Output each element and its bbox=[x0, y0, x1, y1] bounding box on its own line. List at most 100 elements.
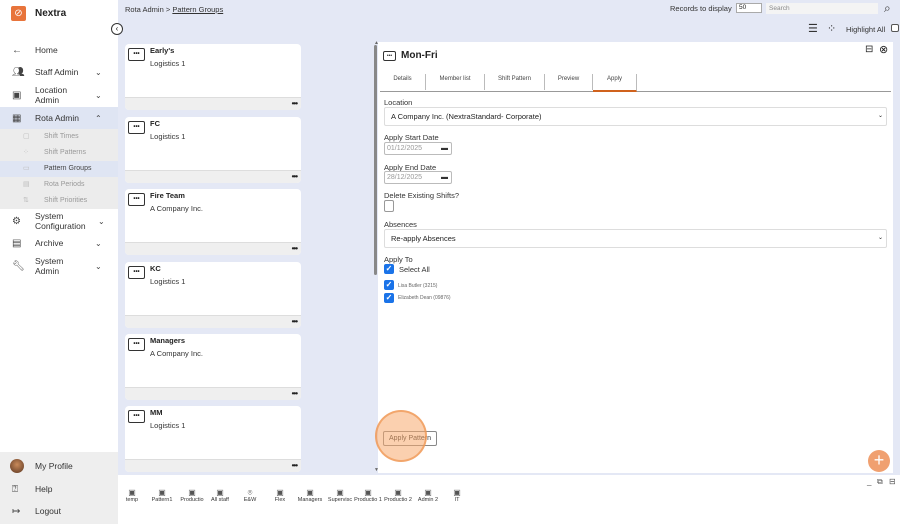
folder-icon: ▭ bbox=[23, 165, 30, 172]
sidebar-item-rota-admin[interactable]: ▦ Rota Admin ⌃ bbox=[0, 107, 118, 129]
highlight-all-checkbox[interactable] bbox=[891, 24, 899, 32]
more-options-icon[interactable]: ••• bbox=[292, 317, 298, 326]
group-item[interactable]: ▣ All staff bbox=[205, 489, 235, 504]
help-link[interactable]: ⍰ Help bbox=[0, 483, 118, 495]
records-input[interactable]: 50 bbox=[736, 3, 762, 13]
list-view-icon[interactable]: ☰ bbox=[808, 22, 818, 35]
select-all-checkbox[interactable]: ✓ bbox=[384, 264, 394, 274]
breadcrumb-parent[interactable]: Rota Admin bbox=[125, 5, 164, 14]
search-input[interactable]: Search bbox=[766, 3, 878, 14]
group-item[interactable]: ▣ Supervisc bbox=[325, 489, 355, 504]
group-item[interactable]: ▣ temp bbox=[117, 489, 147, 504]
apply-pattern-button[interactable]: Apply Pattern bbox=[383, 431, 437, 446]
tab-shift-pattern[interactable]: Shift Pattern bbox=[485, 74, 545, 90]
maximize-icon[interactable]: ⊟ bbox=[889, 477, 896, 486]
grid-icon: ⁘ bbox=[23, 149, 29, 156]
select-all-label: Select All bbox=[399, 265, 430, 274]
nextra-logo: ⊘ bbox=[11, 6, 26, 21]
gear-icon: ⚙ bbox=[12, 215, 21, 227]
id-badge-icon: ▣ bbox=[12, 89, 22, 101]
pattern-group-card[interactable]: ••• MM Logistics 1 ••• bbox=[125, 406, 301, 472]
group-item[interactable]: ▣ Productio 1 bbox=[353, 489, 383, 504]
absences-select[interactable]: Re-apply Absences ⌄ bbox=[384, 229, 887, 248]
group-label: Supervisc bbox=[327, 497, 353, 503]
search-icon[interactable]: ⌕ bbox=[884, 1, 891, 16]
pattern-group-card[interactable]: ••• FC Logistics 1 ••• bbox=[125, 117, 301, 183]
clock-icon: ▢ bbox=[23, 133, 30, 140]
grid-view-icon[interactable]: ⁘ bbox=[827, 22, 836, 35]
sidebar-item-staff-admin[interactable]: 👥︎ Staff Admin ⌄ bbox=[0, 66, 118, 78]
sidebar-item-system-admin[interactable]: 🔧︎ System Admin ⌄ bbox=[0, 255, 118, 277]
breadcrumb-separator: > bbox=[165, 5, 171, 14]
my-profile-link[interactable]: My Profile bbox=[0, 460, 118, 472]
sidebar-item-location-admin[interactable]: ▣ Location Admin ⌄ bbox=[0, 84, 118, 106]
end-date-value: 28/12/2025 bbox=[387, 174, 423, 181]
more-options-icon[interactable]: ••• bbox=[292, 99, 298, 108]
group-label: All staff bbox=[211, 497, 229, 503]
more-options-icon[interactable]: ••• bbox=[292, 244, 298, 253]
id-badge-icon: ▣ bbox=[188, 488, 196, 497]
member-checkbox[interactable]: ✓ bbox=[384, 280, 394, 290]
group-item[interactable]: ▣ Pattern1 bbox=[147, 489, 177, 504]
sidebar-item-system-configuration[interactable]: ⚙ System Configuration ⌄ bbox=[0, 210, 118, 232]
minimize-icon[interactable]: _ bbox=[867, 477, 871, 486]
group-item[interactable]: ⌾ E&W bbox=[235, 489, 265, 504]
folder-icon: ••• bbox=[128, 48, 145, 61]
pattern-group-card[interactable]: ••• Managers A Company Inc. ••• bbox=[125, 334, 301, 400]
id-badge-icon: ▣ bbox=[128, 488, 136, 497]
card-subtitle: Logistics 1 bbox=[150, 59, 186, 68]
calendar-icon[interactable]: ▬ bbox=[441, 172, 448, 183]
group-item[interactable]: ▣ Flex bbox=[265, 489, 295, 504]
group-item[interactable]: ▣ IT bbox=[442, 489, 472, 504]
group-item[interactable]: ▣ Productio 2 bbox=[383, 489, 413, 504]
pattern-group-card[interactable]: ••• Early's Logistics 1 ••• bbox=[125, 44, 301, 110]
breadcrumb-current[interactable]: Pattern Groups bbox=[172, 5, 223, 14]
pattern-group-card[interactable]: ••• Fire Team A Company Inc. ••• bbox=[125, 189, 301, 255]
card-footer: ••• bbox=[125, 459, 301, 472]
more-options-icon[interactable]: ••• bbox=[292, 389, 298, 398]
id-badge-icon: ▣ bbox=[216, 488, 224, 497]
calendar-icon[interactable]: ▬ bbox=[441, 143, 448, 154]
sidebar-item-archive[interactable]: ▤ Archive ⌄ bbox=[0, 237, 118, 249]
sidebar-subitem-shift-priorities[interactable]: ⇅ Shift Priorities bbox=[0, 193, 118, 209]
tab-details[interactable]: Details bbox=[380, 74, 426, 90]
start-date-input[interactable]: 01/12/2025 ▬ bbox=[384, 142, 452, 155]
group-label: Productio 1 bbox=[354, 497, 382, 503]
archive-icon: ▤ bbox=[12, 237, 22, 249]
logout-link[interactable]: ↦ Logout bbox=[0, 505, 118, 517]
sidebar-item-home[interactable]: ← Home bbox=[0, 44, 118, 56]
card-footer: ••• bbox=[125, 242, 301, 255]
group-item[interactable]: ▣ Managers bbox=[295, 489, 325, 504]
tab-member-list[interactable]: Member list bbox=[426, 74, 485, 90]
group-label: Flex bbox=[274, 497, 286, 503]
sidebar-subitem-shift-patterns[interactable]: ⁘ Shift Patterns bbox=[0, 145, 118, 161]
maximize-icon[interactable]: ⊟ bbox=[865, 44, 873, 55]
more-options-icon[interactable]: ••• bbox=[292, 172, 298, 181]
panel-tabs: Details Member list Shift Pattern Previe… bbox=[380, 74, 891, 92]
card-title: Early's bbox=[150, 46, 175, 55]
sidebar-subitem-pattern-groups[interactable]: ▭ Pattern Groups bbox=[0, 161, 118, 177]
sidebar-subitem-rota-periods[interactable]: ▤ Rota Periods bbox=[0, 177, 118, 193]
restore-icon[interactable]: ⧉ bbox=[877, 477, 883, 487]
more-options-icon[interactable]: ••• bbox=[292, 461, 298, 470]
add-button[interactable]: + bbox=[868, 450, 890, 472]
tab-apply[interactable]: Apply bbox=[593, 74, 637, 92]
close-icon[interactable]: ⊗ bbox=[879, 43, 888, 56]
collapse-sidebar-button[interactable]: ‹ bbox=[111, 23, 123, 35]
delete-shifts-checkbox[interactable] bbox=[384, 200, 394, 212]
group-label: IT bbox=[454, 497, 460, 503]
card-footer: ••• bbox=[125, 387, 301, 400]
tab-preview[interactable]: Preview bbox=[545, 74, 593, 90]
card-title: MM bbox=[150, 408, 163, 417]
pattern-group-card[interactable]: ••• KC Logistics 1 ••• bbox=[125, 262, 301, 328]
group-item[interactable]: ▣ Productio bbox=[177, 489, 207, 504]
card-subtitle: A Company Inc. bbox=[150, 204, 203, 213]
sidebar: ⊘ Nextra ← Home 👥︎ Staff Admin ⌄ ▣ Location … bbox=[0, 0, 118, 524]
location-select[interactable]: A Company Inc. (NextraStandard- Corporat… bbox=[384, 107, 887, 126]
sidebar-subitem-shift-times[interactable]: ▢ Shift Times bbox=[0, 129, 118, 145]
group-item[interactable]: ▣ Admin 2 bbox=[413, 489, 443, 504]
end-date-input[interactable]: 28/12/2025 ▬ bbox=[384, 171, 452, 184]
scrollbar[interactable] bbox=[374, 45, 377, 275]
folder-icon: ••• bbox=[383, 51, 396, 61]
member-checkbox[interactable]: ✓ bbox=[384, 293, 394, 303]
